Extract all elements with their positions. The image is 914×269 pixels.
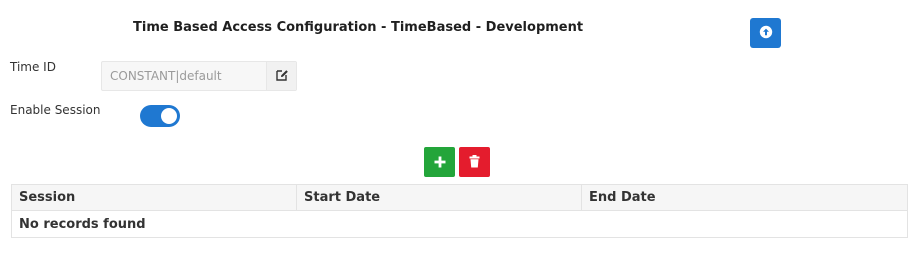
- empty-message: No records found: [11, 210, 908, 238]
- column-header-end-date[interactable]: End Date: [581, 184, 908, 211]
- table-row: No records found: [11, 210, 908, 238]
- time-id-value: CONSTANT|default: [110, 69, 222, 83]
- table-header-row: Session Start Date End Date: [11, 184, 908, 211]
- trash-icon: [469, 153, 480, 172]
- time-id-label: Time ID: [10, 60, 56, 74]
- add-button[interactable]: [424, 147, 455, 177]
- page-title: Time Based Access Configuration - TimeBa…: [133, 20, 584, 35]
- sessions-table: Session Start Date End Date No records f…: [11, 184, 908, 238]
- enable-session-label: Enable Session: [10, 103, 101, 117]
- upload-button[interactable]: [750, 18, 781, 48]
- enable-session-toggle[interactable]: [140, 105, 180, 127]
- edit-button[interactable]: [266, 62, 296, 90]
- time-id-field[interactable]: CONSTANT|default: [101, 61, 297, 91]
- plus-icon: [434, 153, 446, 172]
- upload-icon: [759, 24, 773, 43]
- column-header-start-date[interactable]: Start Date: [296, 184, 582, 211]
- delete-button[interactable]: [459, 147, 490, 177]
- toggle-knob: [161, 108, 177, 124]
- column-header-session[interactable]: Session: [11, 184, 297, 211]
- edit-icon: [275, 67, 289, 86]
